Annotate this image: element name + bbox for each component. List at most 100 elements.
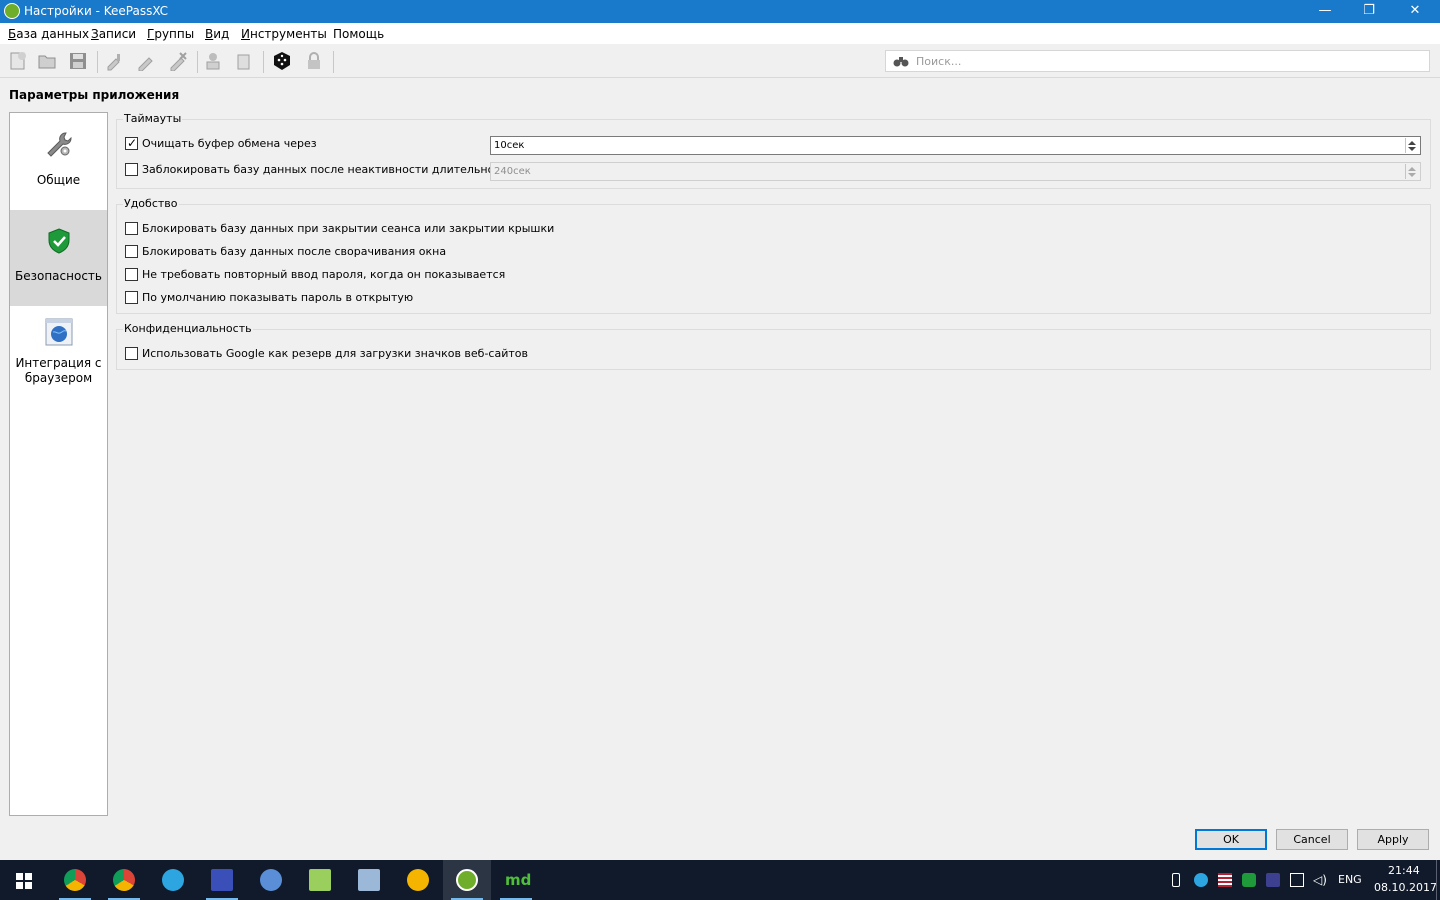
taskbar-chrome[interactable]	[51, 860, 99, 900]
lock-inactive-value: 240сек	[494, 166, 531, 177]
toolbar-separator	[263, 51, 264, 73]
add-entry-icon[interactable]	[105, 51, 125, 71]
lock-database-icon[interactable]	[304, 51, 324, 71]
save-database-icon[interactable]	[68, 51, 88, 71]
lock-on-session-lock-label: Блокировать базу данных при закрытии сеа…	[142, 222, 555, 235]
clock-date[interactable]: 08.10.2017	[1374, 881, 1437, 894]
aimp-icon	[407, 869, 429, 891]
taskbar-file-explorer[interactable]	[345, 860, 393, 900]
toolbar-separator	[333, 51, 334, 73]
no-password-confirm-checkbox[interactable]	[125, 268, 138, 281]
menu-help[interactable]: Помощь	[333, 27, 384, 41]
keepassxc-icon	[456, 869, 478, 891]
lock-inactive-label: Заблокировать базу данных после неактивн…	[142, 163, 523, 176]
taskbar-markdown[interactable]: md	[492, 860, 540, 900]
notepad-icon	[309, 869, 331, 891]
window-title: Настройки - KeePassXC	[24, 4, 169, 18]
spin-up-icon[interactable]	[1408, 167, 1416, 171]
taskbar-aimp[interactable]	[394, 860, 442, 900]
usb-icon[interactable]	[1172, 873, 1180, 887]
taskbar-keepassxc[interactable]	[443, 860, 491, 900]
taskbar-chrome-profile[interactable]	[100, 860, 148, 900]
clear-clipboard-spinbox[interactable]: 10сек	[490, 136, 1421, 155]
new-database-icon[interactable]	[8, 51, 28, 71]
clear-clipboard-checkbox[interactable]: ✓	[125, 136, 138, 150]
menu-entries[interactable]: Записи	[91, 27, 136, 41]
close-button[interactable]: ✕	[1392, 0, 1438, 23]
open-database-icon[interactable]	[37, 51, 57, 71]
toolbar-separator	[97, 51, 98, 73]
copy-password-icon[interactable]	[234, 51, 254, 71]
password-generator-dice-icon[interactable]	[272, 51, 292, 71]
category-browser-label-line1: Интеграция с	[15, 356, 102, 370]
edit-entry-icon[interactable]	[136, 51, 156, 71]
category-security-label: Безопасность	[15, 269, 102, 283]
taskbar-qbittorrent[interactable]	[247, 860, 295, 900]
volume-icon[interactable]: ◁)	[1313, 873, 1327, 887]
copy-username-icon[interactable]	[203, 51, 223, 71]
shield-tray-icon[interactable]	[1242, 873, 1256, 887]
menu-groups[interactable]: Группы	[147, 27, 194, 41]
category-list: Общие Безопасность Интеграция с браузеро…	[9, 112, 108, 816]
telegram-tray-icon[interactable]	[1194, 873, 1208, 887]
browser-globe-icon	[45, 318, 73, 346]
toolbar-separator	[197, 51, 198, 73]
explorer-icon	[358, 869, 380, 891]
menu-view[interactable]: Вид	[205, 27, 229, 41]
spin-down-icon[interactable]	[1408, 147, 1416, 151]
privacy-group-title: Конфиденциальность	[123, 322, 253, 335]
lock-inactive-checkbox[interactable]	[125, 163, 138, 176]
clear-clipboard-value: 10сек	[494, 140, 525, 151]
menu-bar: База данных Записи Группы Вид Инструмент…	[0, 23, 1440, 44]
spin-down-icon[interactable]	[1408, 173, 1416, 177]
floppy-disk-icon	[211, 869, 233, 891]
title-bar: Настройки - KeePassXC — ❐ ✕	[0, 0, 1440, 23]
cancel-button[interactable]: Cancel	[1276, 829, 1348, 850]
app-tray-icon[interactable]	[1266, 873, 1280, 887]
taskbar-floppy-app[interactable]	[198, 860, 246, 900]
category-security[interactable]: Безопасность	[10, 210, 107, 306]
ok-button[interactable]: OK	[1195, 829, 1267, 850]
us-flag-icon[interactable]	[1218, 873, 1232, 887]
taskbar-telegram[interactable]	[149, 860, 197, 900]
menu-tools[interactable]: Инструменты	[241, 27, 327, 41]
menu-database[interactable]: База данных	[8, 27, 89, 41]
apply-button[interactable]: Apply	[1357, 829, 1429, 850]
clock-time[interactable]: 21:44	[1388, 864, 1420, 877]
chrome-icon	[64, 869, 86, 891]
binoculars-icon	[893, 57, 909, 67]
wrench-gear-icon	[47, 132, 72, 157]
lock-on-minimize-checkbox[interactable]	[125, 245, 138, 258]
md-icon: md	[505, 871, 532, 889]
language-indicator[interactable]: ENG	[1338, 873, 1362, 886]
network-icon[interactable]	[1290, 873, 1304, 887]
category-general[interactable]: Общие	[10, 113, 107, 209]
spin-arrows[interactable]	[1405, 164, 1419, 179]
show-desktop-button[interactable]	[1436, 860, 1437, 900]
timeouts-group-title: Таймауты	[123, 112, 183, 125]
show-password-default-checkbox[interactable]	[125, 291, 138, 304]
spin-up-icon[interactable]	[1408, 141, 1416, 145]
minimize-button[interactable]: —	[1302, 0, 1348, 23]
search-input[interactable]: Поиск...	[885, 50, 1430, 72]
restore-button[interactable]: ❐	[1346, 0, 1392, 23]
google-favicon-fallback-checkbox[interactable]	[125, 347, 138, 360]
no-password-confirm-label: Не требовать повторный ввод пароля, когд…	[142, 268, 506, 281]
page-title: Параметры приложения	[9, 88, 180, 102]
spin-arrows[interactable]	[1405, 138, 1419, 153]
keepassxc-app-icon	[4, 3, 20, 19]
chrome-icon	[113, 869, 135, 891]
show-password-default-label: По умолчанию показывать пароль в открыту…	[142, 291, 414, 304]
checkmark-icon: ✓	[127, 136, 138, 150]
category-browser-label-line2: браузером	[24, 371, 93, 385]
qbittorrent-icon	[260, 869, 282, 891]
taskbar-notepad[interactable]	[296, 860, 344, 900]
google-favicon-fallback-label: Использовать Google как резерв для загру…	[142, 347, 528, 360]
category-general-label: Общие	[36, 173, 81, 187]
category-browser-integration[interactable]: Интеграция с браузером	[10, 307, 107, 397]
shield-check-icon	[48, 228, 70, 254]
delete-entry-icon[interactable]	[168, 51, 188, 71]
windows-start-icon[interactable]	[16, 873, 32, 889]
lock-inactive-spinbox[interactable]: 240сек	[490, 162, 1421, 181]
lock-on-session-lock-checkbox[interactable]	[125, 222, 138, 235]
